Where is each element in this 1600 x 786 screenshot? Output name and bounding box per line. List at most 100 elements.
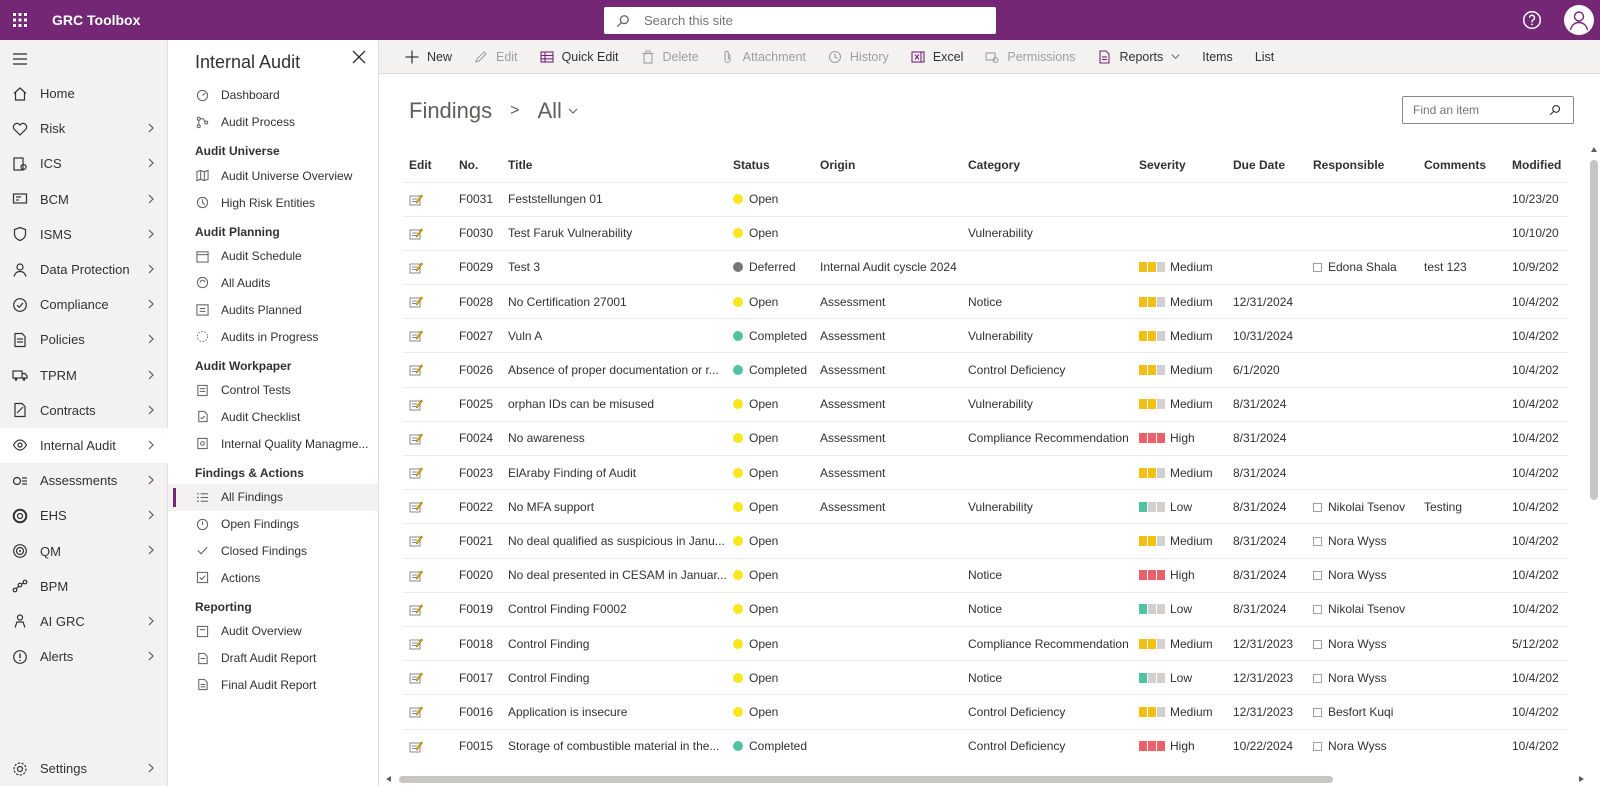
section-nav-item-all-findings[interactable]: All Findings [168,483,378,511]
table-row[interactable]: F0020 No deal presented in CESAM in Janua… [403,557,1568,593]
chevron-right-icon[interactable] [146,475,156,485]
view-selector[interactable]: All [538,98,578,124]
edit-item-icon[interactable] [409,740,423,754]
cell-title[interactable]: No deal qualified as suspicious in Janu.… [502,523,727,559]
column-header-title[interactable]: Title [502,148,727,182]
nav-item-tprm[interactable]: TPRM [0,358,168,393]
cell-title[interactable]: Feststellungen 01 [502,181,727,217]
table-row[interactable]: F0023 ElAraby Finding of Audit Open Assessm… [403,454,1568,490]
nav-item-data-protection[interactable]: Data Protection [0,252,168,287]
nav-item-bcm[interactable]: BCM [0,182,168,217]
table-row[interactable]: F0028 No Certification 27001 Open Assessmen… [403,284,1568,319]
search-icon[interactable] [1549,104,1561,116]
chevron-right-icon[interactable] [146,651,156,661]
table-row[interactable]: F0021 No deal qualified as suspicious in … [403,523,1568,559]
cell-title[interactable]: Test 3 [502,249,727,285]
nav-item-compliance[interactable]: Compliance [0,287,168,322]
table-row[interactable]: F0031 Feststellungen 01 Open 10/23/20 [403,181,1568,217]
edit-item-icon[interactable] [409,534,423,548]
chevron-right-icon[interactable] [146,510,156,520]
section-nav-item-actions[interactable]: Actions [168,564,378,591]
horizontal-scrollbar[interactable] [385,774,1585,784]
column-header-edit[interactable]: Edit [403,148,453,182]
cell-title[interactable]: Vuln A [502,318,727,353]
nav-item-settings[interactable]: Settings [0,751,168,786]
nav-item-assessments[interactable]: Assessments [0,463,168,498]
chevron-right-icon[interactable] [146,334,156,344]
scroll-up-icon[interactable] [1590,146,1598,154]
nav-item-isms[interactable]: ISMS [0,217,168,252]
cell-title[interactable]: Control Finding [502,625,727,661]
cell-title[interactable]: No deal presented in CESAM in Januar... [502,557,727,593]
cell-title[interactable]: Storage of combustible material in the..… [502,728,727,764]
responsible-name[interactable]: Nora Wyss [1328,534,1387,548]
new-button[interactable]: New [405,50,452,64]
edit-item-icon[interactable] [409,637,423,651]
nav-item-internal-audit[interactable]: Internal Audit [0,427,168,464]
column-header-comments[interactable]: Comments [1418,148,1506,182]
section-nav-item-dashboard[interactable]: Dashboard [168,82,378,109]
column-header-responsible[interactable]: Responsible [1307,148,1418,182]
reports-button[interactable]: Reports [1097,50,1180,64]
cell-title[interactable]: No MFA support [502,489,727,524]
chevron-right-icon[interactable] [146,229,156,239]
nav-item-policies[interactable]: Policies [0,322,168,357]
chevron-right-icon[interactable] [146,370,156,380]
edit-item-icon[interactable] [409,603,423,617]
cell-title[interactable]: Control Finding F0002 [502,591,727,627]
close-icon[interactable] [352,50,366,64]
hamburger-icon[interactable] [12,52,28,66]
table-row[interactable]: F0025 orphan IDs can be misused Open Assess… [403,386,1568,422]
edit-item-icon[interactable] [409,261,423,275]
cell-title[interactable]: No awareness [502,420,727,456]
section-nav-item-audit-schedule[interactable]: Audit Schedule [168,243,378,270]
chevron-right-icon[interactable] [146,299,156,309]
vertical-scroll-thumb[interactable] [1590,160,1598,500]
section-nav-item-audit-universe-overview[interactable]: Audit Universe Overview [168,162,378,189]
edit-item-icon[interactable] [409,398,423,412]
table-row[interactable]: F0016 Application is insecure Open Control … [403,694,1568,729]
column-header-due-date[interactable]: Due Date [1227,148,1307,182]
nav-item-home[interactable]: Home [0,76,168,111]
chevron-right-icon[interactable] [146,194,156,204]
chevron-right-icon[interactable] [146,616,156,626]
edit-item-icon[interactable] [409,432,423,446]
edit-item-icon[interactable] [409,500,423,514]
scroll-right-icon[interactable] [1577,775,1585,783]
chevron-right-icon[interactable] [146,123,156,133]
cell-title[interactable]: ElAraby Finding of Audit [502,454,727,490]
chevron-right-icon[interactable] [146,158,156,168]
cell-title[interactable]: No Certification 27001 [502,284,727,319]
edit-item-icon[interactable] [409,671,423,685]
column-header-category[interactable]: Category [962,148,1133,182]
table-row[interactable]: F0030 Test Faruk Vulnerability Open Vulnera… [403,215,1568,251]
nav-item-risk[interactable]: Risk [0,111,168,146]
chevron-right-icon[interactable] [146,264,156,274]
nav-item-contracts[interactable]: Contracts [0,393,168,428]
table-row[interactable]: F0027 Vuln A Completed Assessment Vulnerabil… [403,318,1568,353]
column-header-modified[interactable]: Modified [1506,148,1568,182]
site-search[interactable] [604,7,996,34]
nav-item-ehs[interactable]: EHS [0,498,168,533]
responsible-name[interactable]: Nora Wyss [1328,739,1387,753]
app-title[interactable]: GRC Toolbox [52,12,140,28]
excel-button[interactable]: Excel [911,50,963,64]
column-header-status[interactable]: Status [727,148,814,182]
app-launcher-button[interactable] [0,0,40,40]
help-icon[interactable] [1522,10,1542,30]
responsible-name[interactable]: Nikolai Tsenov [1328,602,1405,616]
cell-title[interactable]: Application is insecure [502,694,727,729]
site-search-input[interactable] [644,13,974,28]
attachment-button[interactable]: Attachment [721,50,806,64]
cell-title[interactable]: Control Finding [502,660,727,695]
chevron-right-icon[interactable] [146,545,156,555]
column-header-no[interactable]: No. [453,148,502,182]
responsible-name[interactable]: Nora Wyss [1328,637,1387,651]
scroll-left-icon[interactable] [385,775,393,783]
section-nav-item-draft-audit-report[interactable]: Draft Audit Report [168,645,378,672]
section-nav-item-audits-in-progress[interactable]: Audits in Progress [168,323,378,350]
cell-title[interactable]: Absence of proper documentation or r... [502,352,727,388]
history-button[interactable]: History [828,50,889,64]
section-nav-item-high-risk-entities[interactable]: High Risk Entities [168,189,378,216]
table-row[interactable]: F0026 Absence of proper documentation or … [403,352,1568,388]
